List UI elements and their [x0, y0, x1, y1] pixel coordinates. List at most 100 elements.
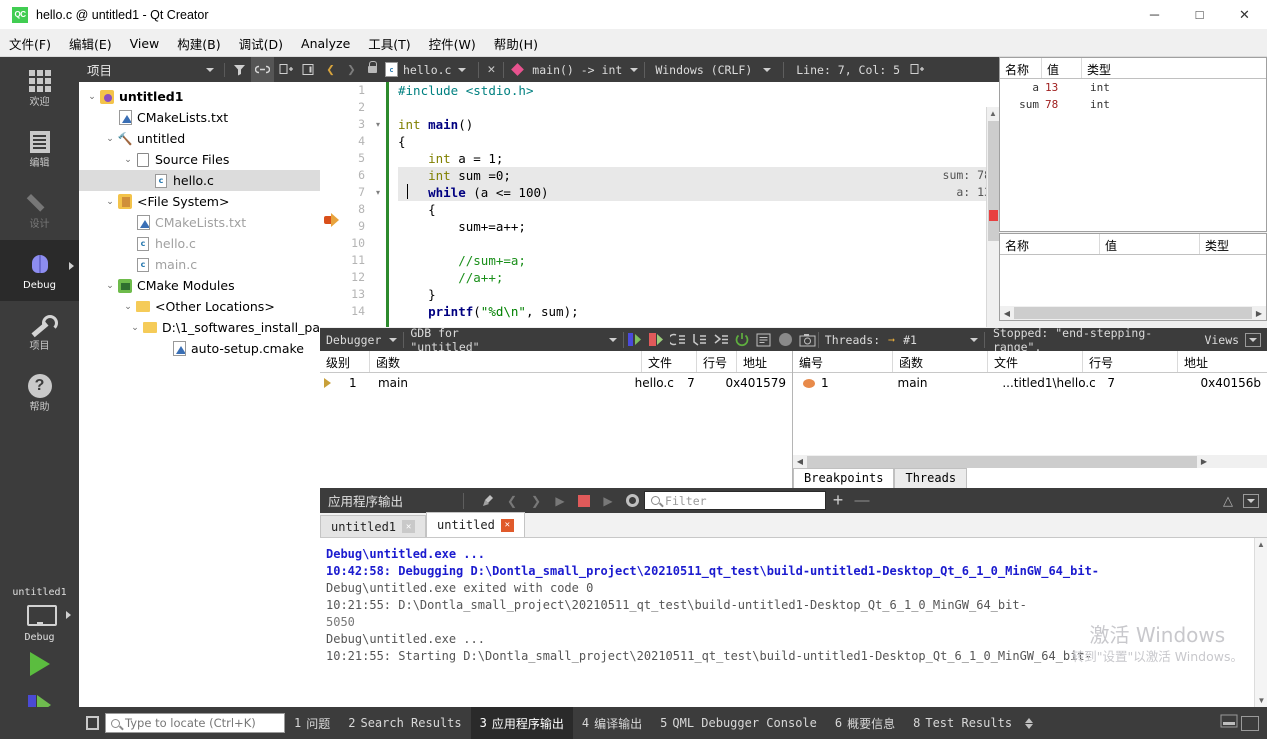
- line-ending-selector[interactable]: Windows (CRLF): [651, 63, 756, 77]
- scroll-thumb[interactable]: [807, 455, 1197, 468]
- locals-col-value[interactable]: 值: [1042, 58, 1082, 78]
- stack-col-address[interactable]: 地址: [737, 351, 792, 372]
- prev-item-button[interactable]: ❮: [500, 488, 524, 513]
- interrupt-button[interactable]: [775, 328, 797, 351]
- reload-button[interactable]: ▶: [596, 488, 620, 513]
- fold-marker[interactable]: [370, 269, 386, 286]
- scroll-right-icon[interactable]: ▶: [1197, 457, 1211, 466]
- fold-marker[interactable]: [370, 133, 386, 150]
- stack-col-level[interactable]: 级别: [320, 351, 370, 372]
- code-line[interactable]: //a++;: [398, 269, 999, 286]
- toggle-right-pane-button[interactable]: [1241, 715, 1259, 731]
- maximize-button[interactable]: □: [1177, 0, 1222, 30]
- mode-design[interactable]: 设计: [0, 179, 79, 240]
- views-menu[interactable]: Views: [1204, 332, 1267, 347]
- mode-welcome[interactable]: 欢迎: [0, 57, 79, 118]
- views-dropdown-icon[interactable]: [1245, 332, 1262, 347]
- tree-item[interactable]: auto-setup.cmake: [79, 338, 320, 359]
- fold-marker[interactable]: [370, 303, 386, 320]
- close-icon[interactable]: ✕: [402, 520, 416, 533]
- menu-widgets[interactable]: 控件(W): [420, 30, 485, 57]
- output-pane-cycle-button[interactable]: [1025, 717, 1034, 729]
- output-filter[interactable]: Filter: [644, 491, 827, 510]
- output-tab-untitled[interactable]: untitled ✕: [426, 512, 525, 537]
- breakpoints-view[interactable]: 编号 函数 文件 行号 地址 1 main ...titled1\hello.c…: [793, 351, 1267, 488]
- step-over-button[interactable]: [667, 328, 689, 351]
- go-forward-button[interactable]: ❯: [341, 57, 362, 82]
- debugger-mode-selector[interactable]: Debugger: [320, 333, 403, 347]
- menu-file[interactable]: 文件(F): [0, 30, 60, 57]
- scroll-thumb[interactable]: [988, 121, 999, 241]
- menu-tools[interactable]: 工具(T): [359, 30, 419, 57]
- code-line[interactable]: printf("%d\n", sum);: [398, 303, 999, 320]
- fold-marker[interactable]: [370, 286, 386, 303]
- scroll-left-icon[interactable]: ◀: [1000, 309, 1014, 318]
- bk-col-line[interactable]: 行号: [1083, 351, 1178, 372]
- code-line[interactable]: [398, 235, 999, 252]
- output-pane-button[interactable]: 5 QML Debugger Console: [651, 707, 826, 739]
- scroll-thumb[interactable]: [1014, 307, 1252, 319]
- clear-output-button[interactable]: [476, 488, 500, 513]
- stack-view[interactable]: 级别 函数 文件 行号 地址 1 main hello.c 7 0x401579: [320, 351, 793, 488]
- stack-col-file[interactable]: 文件: [642, 351, 697, 372]
- tree-item[interactable]: ⌄ CMake Modules: [79, 275, 320, 296]
- locals-row[interactable]: a 13 int: [1000, 79, 1266, 96]
- code-line[interactable]: {: [398, 201, 999, 218]
- fold-marker[interactable]: [370, 99, 386, 116]
- fold-marker[interactable]: [370, 235, 386, 252]
- fold-marker[interactable]: [370, 82, 386, 99]
- mode-projects[interactable]: 项目: [0, 301, 79, 362]
- fold-marker[interactable]: ▾: [370, 116, 386, 133]
- output-pane-buttons[interactable]: 1 问题 2 Search Results 3 应用程序输出 4 编译输出 5 QML Debug…: [285, 707, 1021, 739]
- mode-debug[interactable]: Debug: [0, 240, 79, 301]
- menu-help[interactable]: 帮助(H): [485, 30, 547, 57]
- watchers-horizontal-scrollbar[interactable]: ◀ ▶: [1000, 306, 1266, 320]
- locals-rows[interactable]: a 13 int sum 78 int: [1000, 79, 1266, 113]
- menu-debug[interactable]: 调试(D): [230, 30, 292, 57]
- watchers-col-name[interactable]: 名称: [1000, 234, 1100, 254]
- code-line[interactable]: {: [398, 133, 999, 150]
- table-row[interactable]: 1 main hello.c 7 0x401579: [320, 373, 792, 393]
- expand-toggle-icon[interactable]: ⌄: [103, 281, 117, 291]
- code-line[interactable]: int main(): [398, 116, 999, 133]
- maximize-output-button[interactable]: △: [1223, 493, 1233, 509]
- tree-item[interactable]: c hello.c: [79, 170, 320, 191]
- code-line[interactable]: #include <stdio.h>: [398, 82, 999, 99]
- minimize-output-button[interactable]: [1219, 713, 1239, 734]
- close-icon[interactable]: ✕: [500, 518, 514, 532]
- filter-button[interactable]: [228, 57, 251, 82]
- collapse-all-button[interactable]: [274, 57, 297, 82]
- step-into-button[interactable]: [688, 328, 710, 351]
- tree-item[interactable]: CMakeLists.txt: [79, 107, 320, 128]
- run-button[interactable]: [0, 643, 79, 685]
- source-code-text[interactable]: #include <stdio.h> int main(){ int a = 1;…: [389, 82, 999, 327]
- breakpoint-gutter[interactable]: [320, 82, 346, 327]
- tree-item[interactable]: c hello.c: [79, 233, 320, 254]
- bk-col-address[interactable]: 地址: [1178, 351, 1267, 372]
- fold-marker[interactable]: [370, 218, 386, 235]
- step-out-button[interactable]: [710, 328, 732, 351]
- output-console-text[interactable]: Debug\untitled.exe ... 10:42:58: Debuggin…: [320, 538, 1267, 707]
- close-document-button[interactable]: ✕: [485, 62, 497, 77]
- code-area[interactable]: 1 2 3 4 5 6 7 8 9 10 11 12 13 14 ▾ ▾ #include <stdio.h…: [320, 82, 999, 327]
- code-line[interactable]: int a = 1;: [398, 150, 999, 167]
- output-pane-button[interactable]: 1 问题: [285, 707, 339, 739]
- locals-col-type[interactable]: 类型: [1082, 58, 1266, 78]
- scroll-up-icon[interactable]: ▲: [987, 107, 999, 120]
- scroll-up-icon[interactable]: ▲: [1255, 538, 1267, 551]
- tree-item[interactable]: CMakeLists.txt: [79, 212, 320, 233]
- mode-edit[interactable]: 编辑: [0, 118, 79, 179]
- code-line[interactable]: }: [398, 286, 999, 303]
- output-pane-button[interactable]: 3 应用程序输出: [470, 707, 573, 739]
- output-dropdown-button[interactable]: [1243, 493, 1259, 508]
- fold-marker[interactable]: [370, 167, 386, 184]
- remove-filter-button[interactable]: —: [850, 488, 874, 513]
- stack-col-line[interactable]: 行号: [697, 351, 737, 372]
- editor-scrollbar[interactable]: ▲ ▼: [986, 107, 999, 327]
- tree-item[interactable]: c main.c: [79, 254, 320, 275]
- sync-with-editor-button[interactable]: [251, 57, 274, 82]
- expressions-view[interactable]: 名称 值 类型 ◀ ▶: [999, 233, 1267, 321]
- code-line[interactable]: [398, 99, 999, 116]
- open-document-selector[interactable]: c hello.c: [382, 62, 451, 77]
- document-dropdown-button[interactable]: [451, 57, 472, 82]
